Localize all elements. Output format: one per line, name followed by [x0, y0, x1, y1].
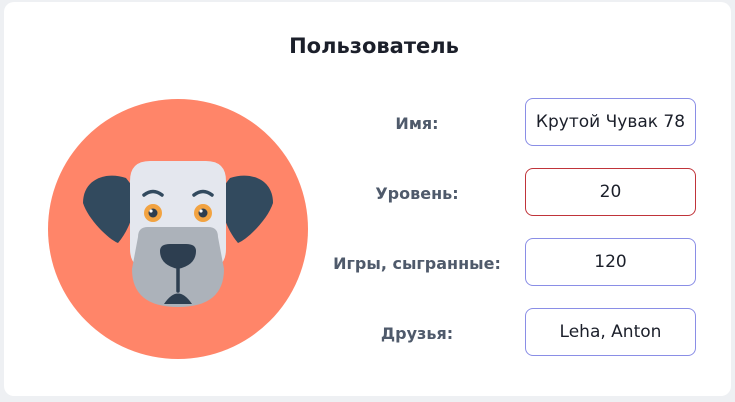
games-played-field[interactable]: [525, 238, 696, 286]
friends-label: Друзья:: [380, 324, 454, 343]
level-field[interactable]: [525, 168, 696, 216]
level-label: Уровень:: [375, 184, 459, 203]
name-field[interactable]: [525, 98, 696, 146]
friends-field[interactable]: [525, 308, 696, 356]
name-label: Имя:: [395, 114, 439, 133]
user-card: Пользователь Имя: Крутой Чувак 78 Уровен…: [4, 2, 731, 396]
games-played-label: Игры, сыгранные:: [333, 254, 501, 273]
page-title: Пользователь: [289, 34, 459, 58]
dog-icon: [48, 99, 308, 359]
avatar: [48, 99, 308, 359]
